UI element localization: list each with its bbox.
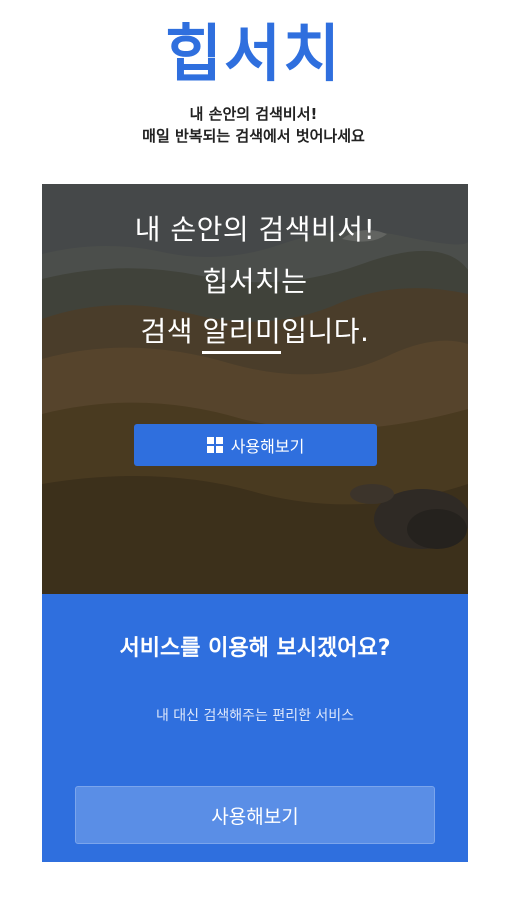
hero-headline-line-1: 내 손안의 검색비서!: [134, 213, 376, 246]
hero-line3-prefix: 검색: [140, 315, 203, 348]
hero-line3-suffix: 입니다.: [281, 315, 370, 348]
service-try-button[interactable]: 사용해보기: [75, 786, 435, 844]
brand-logo: 힙서치: [164, 17, 343, 90]
hero-try-button-label: 사용해보기: [230, 437, 305, 456]
tagline-line-2: 매일 반복되는 검색에서 벗어나세요: [142, 127, 365, 145]
hero-emphasis-word: 알리미: [202, 313, 282, 354]
hero-brand-name: 힙서치: [202, 265, 282, 298]
hero-banner: 내 손안의 검색비서! 힙서치는 검색 알리미입니다. 사용해보기: [42, 184, 468, 594]
service-try-button-label: 사용해보기: [211, 805, 299, 828]
service-subtitle: 내 대신 검색해주는 편리한 서비스: [155, 708, 355, 724]
hero-headline-line-2: 힙서치는: [42, 262, 468, 302]
windows-grid-icon: [206, 437, 223, 453]
tagline-line-1: 내 손안의 검색비서!: [189, 105, 318, 123]
landing-page: 힙서치 내 손안의 검색비서! 매일 반복되는 검색에서 벗어나세요 내 손안의…: [0, 0, 507, 900]
hero-brand-suffix: 는: [281, 265, 308, 298]
hero-headline-line-3: 검색 알리미입니다.: [42, 312, 468, 354]
service-section: 서비스를 이용해 보시겠어요? 내 대신 검색해주는 편리한 서비스 사용해보기: [42, 594, 468, 862]
service-title: 서비스를 이용해 보시겠어요?: [119, 636, 391, 661]
hero-try-button[interactable]: 사용해보기: [134, 424, 377, 466]
promo-card: 내 손안의 검색비서! 힙서치는 검색 알리미입니다. 사용해보기 서비스를 이…: [42, 184, 468, 862]
